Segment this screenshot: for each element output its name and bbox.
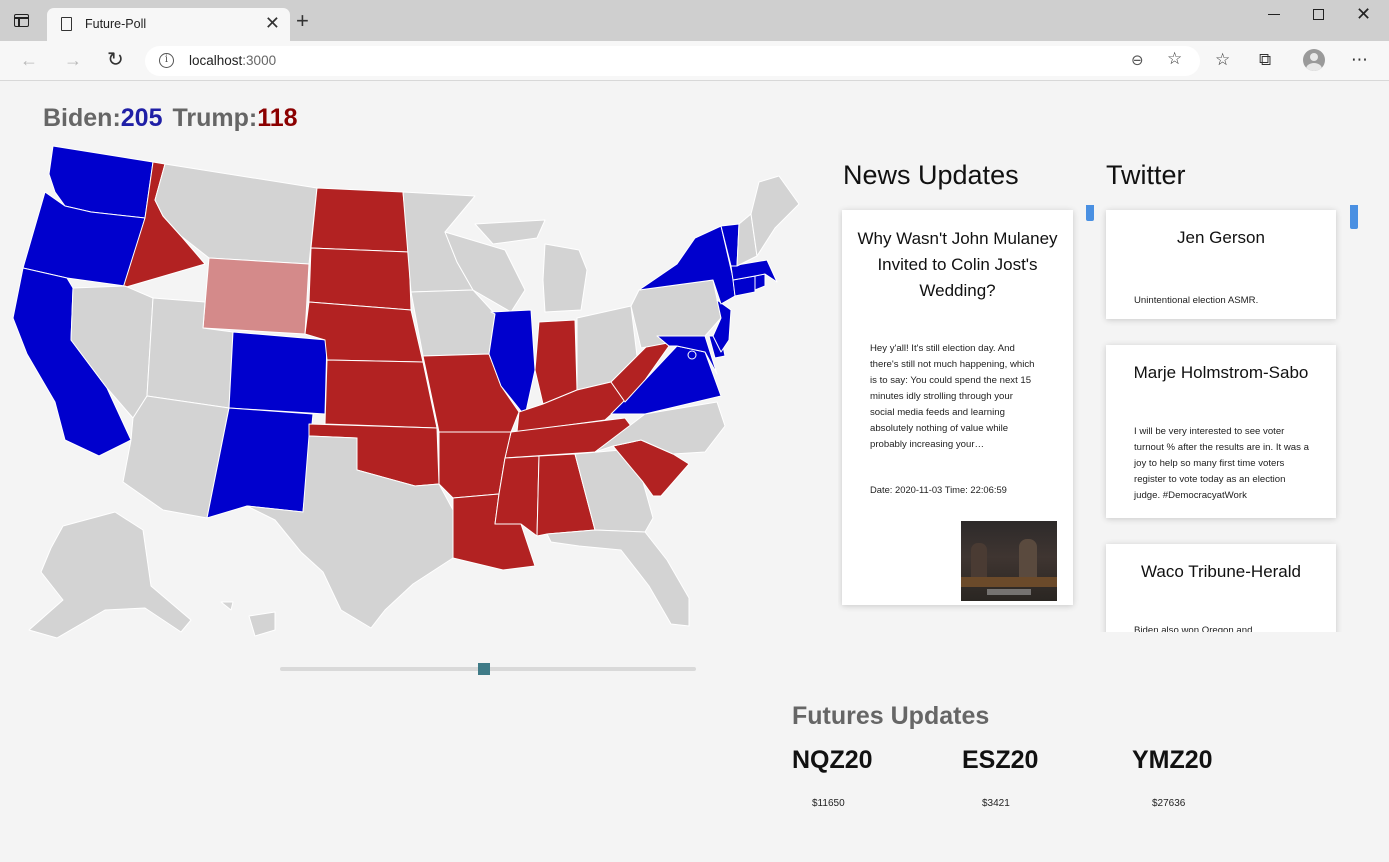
tweet-card[interactable]: Waco Tribune-Herald Biden also won Orego…	[1106, 544, 1336, 632]
trump-votes: 118	[257, 104, 298, 132]
state-FL[interactable]	[546, 529, 690, 627]
minimize-window-button[interactable]	[1268, 14, 1280, 15]
timeline-slider-thumb[interactable]	[477, 663, 490, 675]
state-DC[interactable]	[687, 350, 697, 360]
future-symbol: ESZ20	[962, 746, 1039, 774]
collections-icon[interactable]: ⧉	[1259, 50, 1271, 70]
future-price: $11650	[812, 798, 845, 809]
news-feed[interactable]: Why Wasn't John Mulaney Invited to Colin…	[838, 205, 1096, 630]
url-port: :3000	[242, 53, 277, 68]
site-info-icon[interactable]: i	[159, 53, 174, 68]
state-ND[interactable]	[310, 187, 410, 253]
state-RI[interactable]	[754, 273, 766, 291]
tab-title: Future-Poll	[85, 17, 147, 31]
url-text: localhost:3000	[189, 53, 276, 68]
state-WY[interactable]	[202, 257, 310, 335]
page-icon	[61, 17, 72, 31]
add-favorite-icon[interactable]: ☆	[1167, 49, 1182, 69]
reload-button[interactable]: ↻	[107, 49, 124, 71]
state-ME[interactable]	[750, 175, 800, 257]
futures-heading: Futures Updates	[792, 702, 990, 730]
news-thumbnail[interactable]	[961, 521, 1057, 601]
state-KS[interactable]	[324, 359, 438, 429]
news-scrollbar[interactable]	[1086, 205, 1094, 221]
maximize-window-button[interactable]	[1313, 9, 1324, 20]
tweet-text: Unintentional election ASMR.	[1134, 295, 1259, 306]
tweet-card[interactable]: Marje Holmstrom-Sabo I will be very inte…	[1106, 345, 1336, 518]
new-tab-button[interactable]: +	[296, 10, 309, 32]
url-input[interactable]: i localhost:3000 ⊖ ☆	[145, 46, 1200, 76]
state-IA[interactable]	[410, 289, 496, 357]
news-summary: Hey y'all! It's still election day. And …	[870, 343, 1035, 450]
zoom-icon[interactable]: ⊖	[1131, 51, 1144, 69]
back-button[interactable]: ←	[20, 49, 38, 71]
tab-actions-icon[interactable]	[14, 14, 29, 27]
twitter-scrollbar[interactable]	[1350, 205, 1358, 229]
state-CO[interactable]	[228, 331, 328, 415]
profile-avatar[interactable]	[1303, 49, 1325, 71]
more-menu-icon[interactable]: ⋯	[1351, 50, 1368, 70]
news-card[interactable]: Why Wasn't John Mulaney Invited to Colin…	[842, 210, 1073, 605]
tweet-text: I will be very interested to see voter t…	[1134, 426, 1309, 501]
future-symbol: NQZ20	[792, 746, 873, 774]
state-AK[interactable]	[28, 511, 192, 639]
state-IN[interactable]	[534, 319, 578, 405]
state-HI[interactable]	[220, 601, 276, 637]
tweet-text: Biden also won Oregon and	[1134, 625, 1253, 632]
electoral-score: Biden:205 Trump:118	[43, 104, 298, 133]
browser-tab[interactable]: Future-Poll ✕	[47, 8, 290, 41]
state-SD[interactable]	[308, 247, 412, 311]
tweet-author: Waco Tribune-Herald	[1141, 562, 1301, 581]
address-bar-row: ← → ↻ i localhost:3000 ⊖ ☆ ☆ ⧉ ⋯	[0, 41, 1389, 81]
tweet-card[interactable]: Jen Gerson Unintentional election ASMR.	[1106, 210, 1336, 319]
biden-label: Biden:	[43, 104, 121, 132]
future-price: $27636	[1152, 798, 1186, 809]
forward-button[interactable]: →	[64, 49, 82, 71]
url-host: localhost	[189, 53, 243, 68]
news-date: Date: 2020-11-03 Time: 22:06:59	[870, 484, 1007, 495]
us-election-map	[12, 145, 800, 639]
favorites-icon[interactable]: ☆	[1215, 50, 1230, 70]
twitter-feed[interactable]: Jen Gerson Unintentional election ASMR. …	[1100, 205, 1365, 632]
biden-votes: 205	[120, 104, 163, 132]
future-price: $3421	[982, 798, 1010, 809]
future-symbol: YMZ20	[1132, 746, 1213, 774]
news-headline[interactable]: Why Wasn't John Mulaney Invited to Colin…	[852, 226, 1063, 304]
tweet-author: Marje Holmstrom-Sabo	[1133, 363, 1309, 382]
tweet-author: Jen Gerson	[1177, 228, 1265, 247]
twitter-heading: Twitter	[1106, 160, 1186, 190]
news-heading: News Updates	[843, 160, 1019, 190]
close-window-button[interactable]: ✕	[1356, 4, 1371, 24]
trump-label: Trump:	[172, 104, 258, 132]
tab-close-icon[interactable]: ✕	[265, 12, 280, 34]
browser-tab-strip: Future-Poll ✕ + ✕	[0, 0, 1389, 41]
